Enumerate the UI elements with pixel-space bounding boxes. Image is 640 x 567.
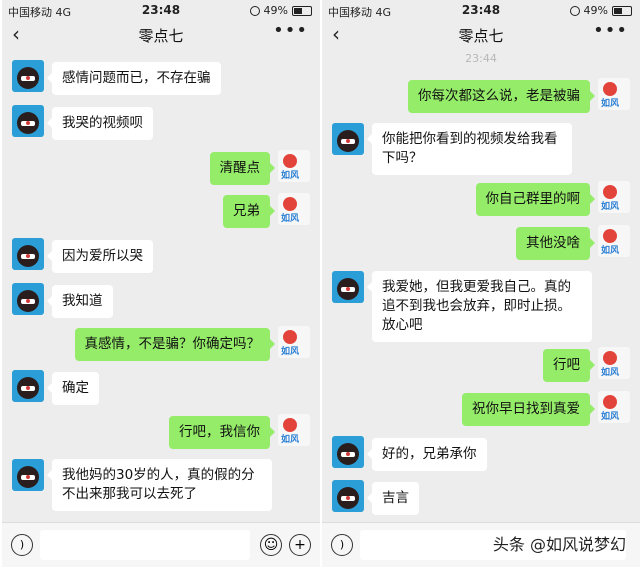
status-right: 49% — [249, 4, 312, 17]
contact-avatar[interactable] — [332, 271, 364, 303]
contact-avatar[interactable] — [12, 105, 44, 137]
message-bubble[interactable]: 我知道 — [47, 285, 113, 318]
watermark-text: 头条 @如风说梦幻 — [492, 535, 626, 554]
input-bar: ) ☺ + — [2, 522, 320, 567]
user-avatar[interactable]: 如风 — [598, 181, 630, 213]
svg-text:如风: 如风 — [281, 212, 299, 224]
message-bubble[interactable]: 我爱她，但我更爱我自己。真的追不到我也会放弃，即时止损。放心吧 — [367, 271, 592, 342]
voice-icon[interactable]: ) — [331, 534, 353, 556]
user-avatar[interactable]: 如风 — [598, 347, 630, 379]
user-avatar[interactable]: 如风 — [598, 225, 630, 257]
alarm-icon — [569, 5, 580, 16]
battery-percent: 49% — [263, 4, 288, 17]
user-avatar[interactable]: 如风 — [278, 150, 310, 182]
message-bubble[interactable]: 确定 — [47, 372, 99, 405]
plus-icon[interactable]: + — [289, 534, 311, 556]
user-avatar[interactable]: 如风 — [278, 193, 310, 225]
contact-avatar[interactable] — [332, 480, 364, 512]
message-bubble[interactable]: 真感情，不是骗？你确定吗？ — [74, 328, 275, 361]
svg-text:如风: 如风 — [601, 410, 619, 422]
chat-screen-right: 中国移动 4G 23:48 49% ‹ 零点七 ••• 23:44 如风 你每次… — [322, 0, 640, 567]
message-bubble[interactable]: 兄弟 — [223, 195, 275, 228]
message-input[interactable] — [40, 530, 250, 560]
svg-text:如风: 如风 — [601, 366, 619, 378]
status-bar: 中国移动 4G 23:48 49% — [2, 0, 320, 20]
contact-avatar[interactable] — [12, 60, 44, 92]
user-avatar[interactable]: 如风 — [278, 326, 310, 358]
user-avatar[interactable]: 如风 — [278, 414, 310, 446]
message-timestamp: 23:44 — [465, 52, 497, 65]
message-bubble[interactable]: 清醒点 — [209, 152, 275, 185]
status-right: 49% — [569, 4, 632, 17]
contact-avatar[interactable] — [12, 370, 44, 402]
contact-avatar[interactable] — [332, 436, 364, 468]
contact-avatar[interactable] — [332, 123, 364, 155]
contact-avatar[interactable] — [12, 283, 44, 315]
svg-text:如风: 如风 — [601, 244, 619, 256]
voice-icon[interactable]: ) — [11, 534, 33, 556]
svg-text:如风: 如风 — [601, 200, 619, 212]
svg-text:如风: 如风 — [601, 97, 619, 109]
message-bubble[interactable]: 感情问题而已，不存在骗 — [47, 62, 221, 95]
svg-text:如风: 如风 — [281, 345, 299, 357]
alarm-icon — [249, 5, 260, 16]
message-bubble[interactable]: 因为爱所以哭 — [47, 240, 153, 273]
message-bubble[interactable]: 其他没啥 — [516, 227, 595, 260]
message-bubble[interactable]: 吉言 — [367, 482, 419, 515]
contact-avatar[interactable] — [12, 459, 44, 491]
chat-header: ‹ 零点七 ••• — [2, 20, 320, 48]
message-bubble[interactable]: 祝你早日找到真爱 — [462, 393, 595, 426]
svg-text:如风: 如风 — [281, 169, 299, 181]
emoji-icon[interactable]: ☺ — [260, 534, 282, 556]
svg-text:如风: 如风 — [281, 433, 299, 445]
more-dots-icon[interactable]: ••• — [273, 20, 308, 41]
more-dots-icon[interactable]: ••• — [593, 20, 628, 41]
status-bar: 中国移动 4G 23:48 49% — [322, 0, 640, 20]
message-bubble[interactable]: 行吧 — [543, 349, 595, 382]
message-bubble[interactable]: 你每次都这么说，老是被骗 — [408, 80, 595, 113]
battery-percent: 49% — [583, 4, 608, 17]
message-bubble[interactable]: 好的，兄弟承你 — [367, 438, 487, 471]
user-avatar[interactable]: 如风 — [598, 391, 630, 423]
message-bubble[interactable]: 行吧，我信你 — [169, 416, 275, 449]
message-bubble[interactable]: 我哭的视频呗 — [47, 107, 153, 140]
chat-header: ‹ 零点七 ••• — [322, 20, 640, 48]
message-bubble[interactable]: 我他妈的30岁的人，真的假的分不出来那我可以去死了 — [47, 459, 272, 511]
chat-screen-left: 中国移动 4G 23:48 49% ‹ 零点七 ••• 感情问题而已，不存在骗 … — [2, 0, 320, 567]
message-bubble[interactable]: 你能把你看到的视频发给我看下吗？ — [367, 123, 572, 175]
battery-icon — [612, 5, 632, 16]
message-bubble[interactable]: 你自己群里的啊 — [475, 183, 595, 216]
screenshot-composite: 中国移动 4G 23:48 49% ‹ 零点七 ••• 感情问题而已，不存在骗 … — [0, 0, 640, 567]
user-avatar[interactable]: 如风 — [598, 78, 630, 110]
battery-icon — [292, 5, 312, 16]
contact-avatar[interactable] — [12, 238, 44, 270]
